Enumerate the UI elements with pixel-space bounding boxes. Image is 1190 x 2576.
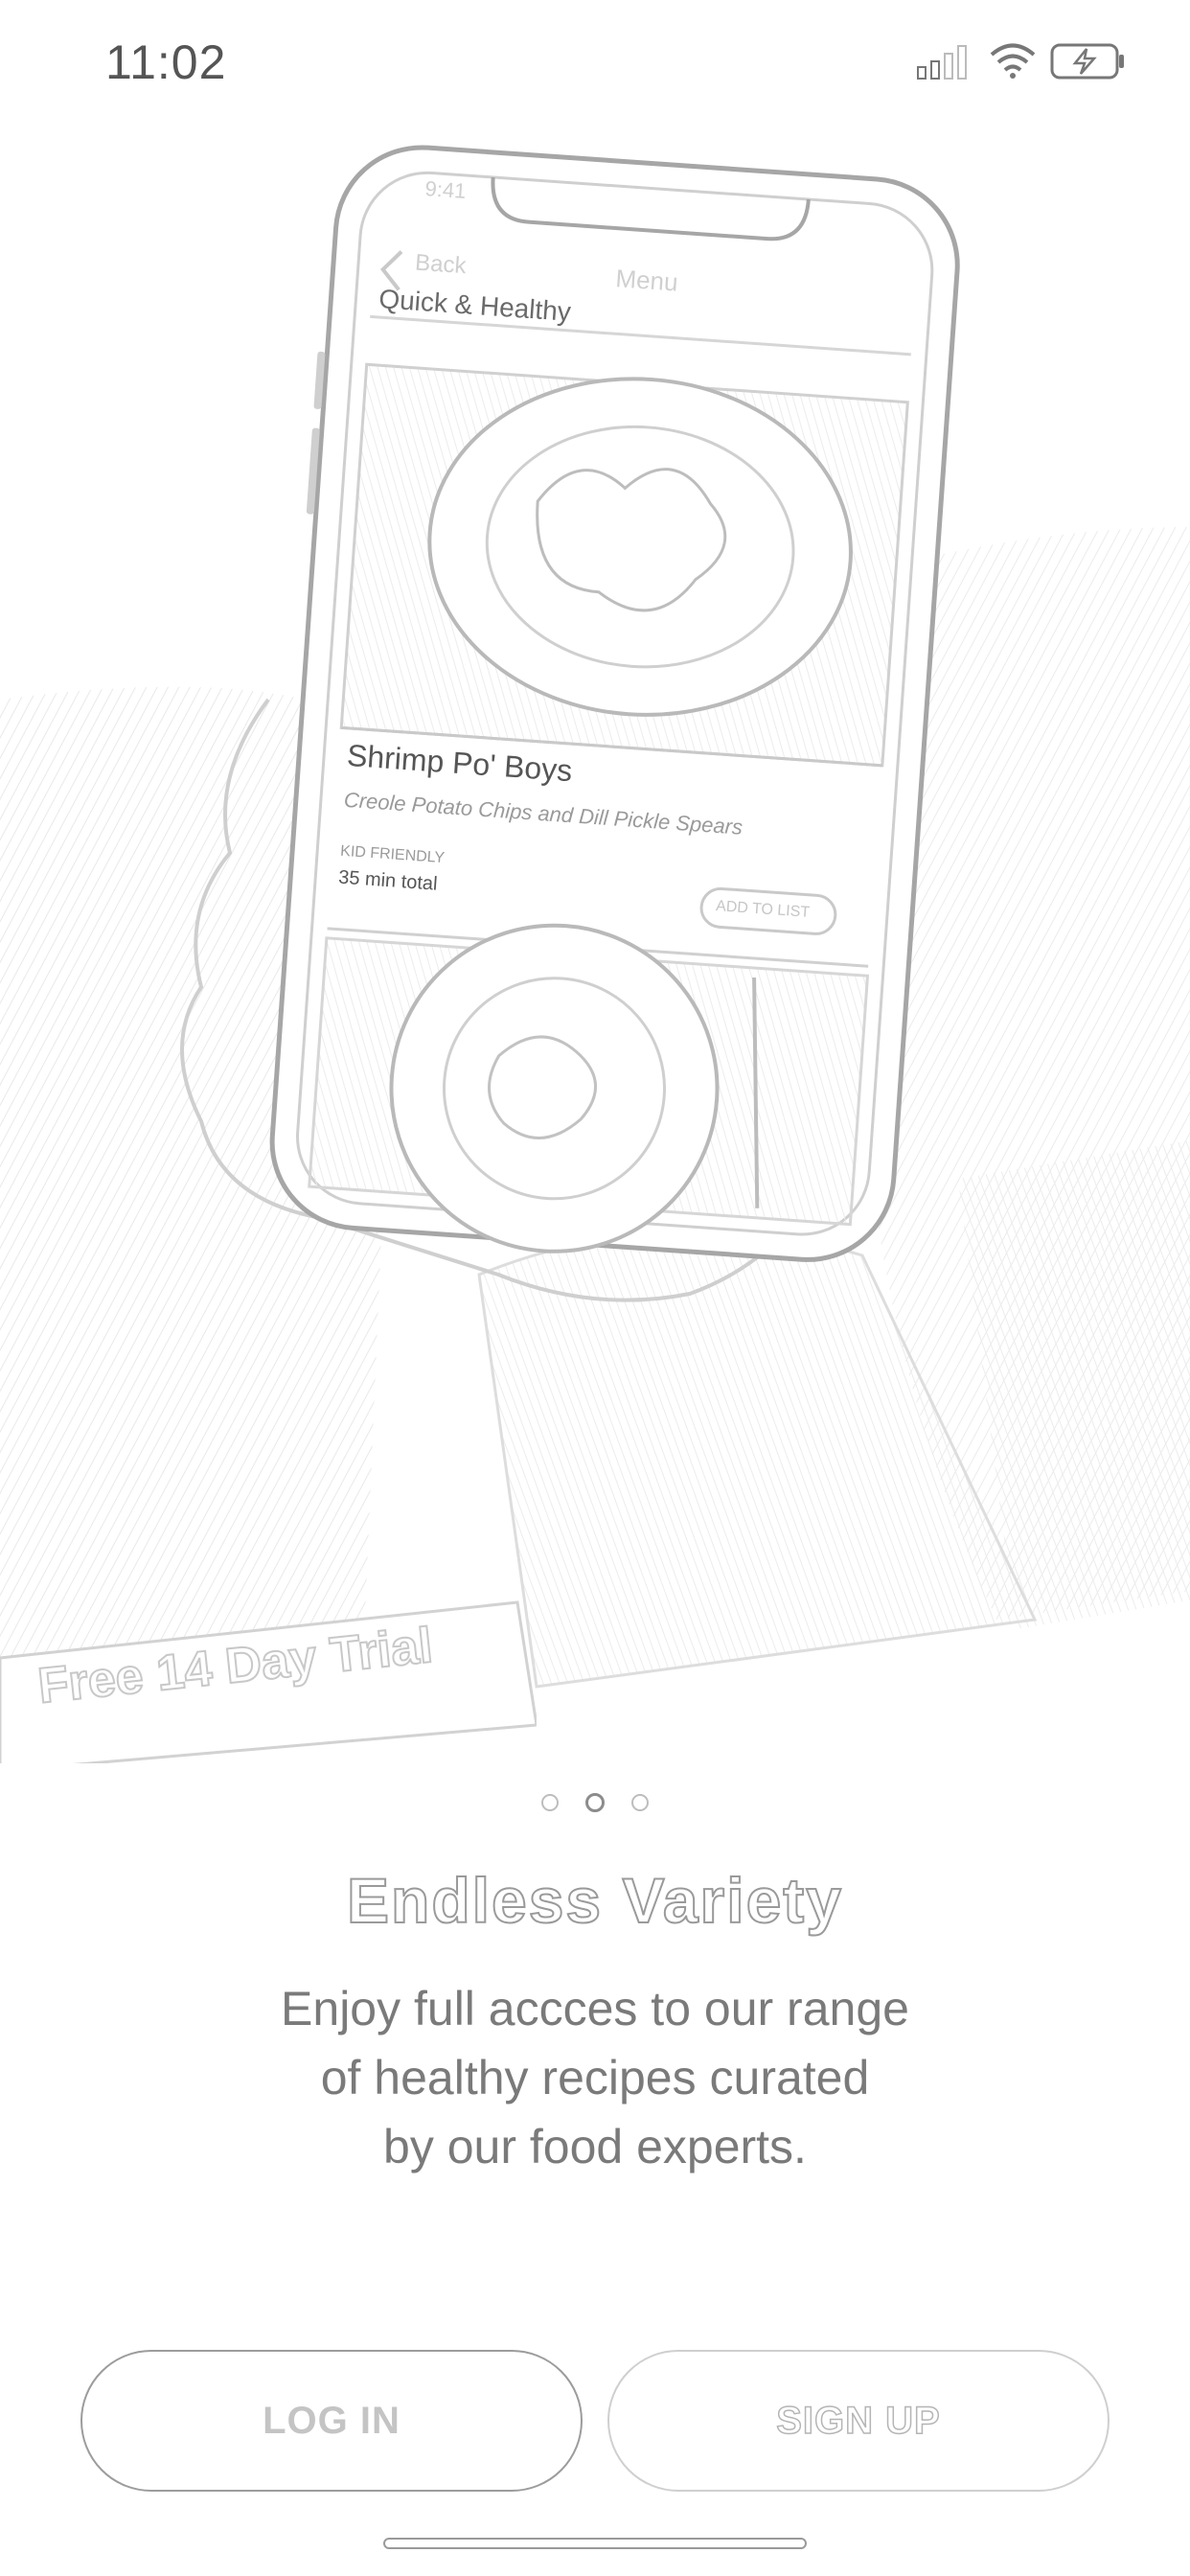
onboarding-body-line-3: by our food experts.	[383, 2120, 807, 2174]
mock-phone-screen: 9:41 Back Menu Quick & Healthy Shrimp Po…	[0, 82, 1190, 1809]
onboarding-body-line-1: Enjoy full accces to our range	[281, 1982, 909, 2036]
page-dot-1[interactable]	[541, 1794, 559, 1811]
status-icons	[916, 42, 1127, 84]
page-indicator	[0, 1788, 1190, 1817]
mock-phone-recipe-time: 35 min total	[337, 866, 439, 895]
page-dot-2-active[interactable]	[585, 1793, 605, 1812]
mock-phone-back: Back	[414, 249, 468, 280]
mock-phone-section-title: Quick & Healthy	[378, 284, 572, 327]
battery-charging-icon	[1050, 43, 1124, 80]
onboarding-body-line-2: of healthy recipes curated	[320, 2051, 870, 2104]
mock-phone-recipe-title: Shrimp Po' Boys	[345, 737, 574, 789]
status-time: 11:02	[105, 35, 227, 89]
onboarding-body: Enjoy full accces to our range of health…	[164, 1974, 1026, 2181]
home-indicator[interactable]	[383, 2538, 807, 2549]
mock-phone-recipe-subtitle: Creole Potato Chips and Dill Pickle Spea…	[343, 787, 744, 840]
signup-button[interactable]: SIGN UP	[607, 2350, 1110, 2492]
page-dot-3[interactable]	[631, 1794, 649, 1811]
wifi-icon	[990, 43, 1036, 79]
signal-icon	[917, 45, 967, 80]
mock-phone-add-button: ADD TO LIST	[715, 898, 811, 921]
mock-phone-nav-title: Menu	[614, 264, 679, 297]
login-button[interactable]: LOG IN	[80, 2350, 583, 2492]
onboarding-headline: Endless Variety	[346, 1864, 843, 1937]
mock-phone-time: 9:41	[423, 176, 468, 204]
mock-phone-recipe-tag: KID FRIENDLY	[339, 842, 446, 867]
trial-badge: Free 14 Day Trial	[0, 1600, 537, 1763]
